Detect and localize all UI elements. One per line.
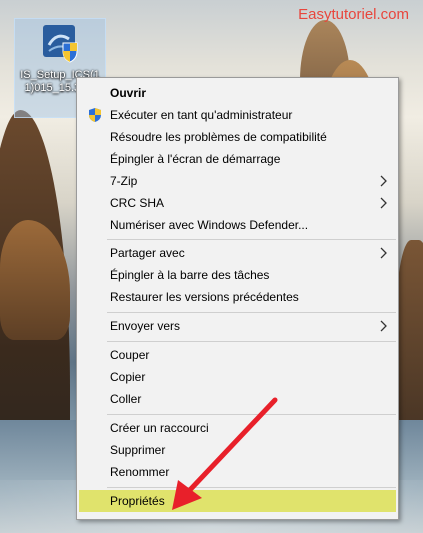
menu-item-delete[interactable]: Supprimer xyxy=(79,439,396,461)
menu-separator xyxy=(107,312,396,313)
menu-item-label: Créer un raccourci xyxy=(110,421,209,435)
menu-item-label: Ouvrir xyxy=(110,86,147,100)
menu-item-share-with[interactable]: Partager avec xyxy=(79,242,396,264)
menu-item-label: Résoudre les problèmes de compatibilité xyxy=(110,130,327,144)
menu-separator xyxy=(107,414,396,415)
chevron-right-icon xyxy=(380,175,387,187)
menu-item-pin-to-start[interactable]: Épingler à l'écran de démarrage xyxy=(79,148,396,170)
menu-item-copy[interactable]: Copier xyxy=(79,366,396,388)
menu-item-send-to[interactable]: Envoyer vers xyxy=(79,315,396,337)
menu-item-label: 7-Zip xyxy=(110,174,138,188)
menu-item-label: Partager avec xyxy=(110,246,185,260)
menu-item-label: Coller xyxy=(110,392,142,406)
menu-item-label: Épingler à la barre des tâches xyxy=(110,268,270,282)
menu-item-label: Renommer xyxy=(110,465,170,479)
watermark-text: Easytutoriel.com xyxy=(298,6,409,23)
menu-item-label: Copier xyxy=(110,370,146,384)
menu-item-cut[interactable]: Couper xyxy=(79,344,396,366)
installer-shield-icon xyxy=(43,25,78,63)
menu-separator xyxy=(107,487,396,488)
menu-item-rename[interactable]: Renommer xyxy=(79,461,396,483)
chevron-right-icon xyxy=(380,247,387,259)
menu-item-label: Supprimer xyxy=(110,443,166,457)
menu-item-label: Exécuter en tant qu'administrateur xyxy=(110,108,293,122)
menu-item-label: CRC SHA xyxy=(110,196,165,210)
context-menu: Ouvrir Exécuter en tant qu'administrateu… xyxy=(76,77,399,520)
uac-shield-icon xyxy=(89,108,101,122)
menu-item-scan-windows-defender[interactable]: Numériser avec Windows Defender... xyxy=(79,214,396,236)
menu-item-label: Couper xyxy=(110,348,150,362)
menu-item-label: Propriétés xyxy=(110,494,165,508)
menu-separator xyxy=(107,239,396,240)
menu-item-label: Envoyer vers xyxy=(110,319,181,333)
menu-item-run-as-admin[interactable]: Exécuter en tant qu'administrateur xyxy=(79,104,396,126)
chevron-right-icon xyxy=(380,197,387,209)
menu-item-label: Épingler à l'écran de démarrage xyxy=(110,152,281,166)
menu-item-restore-previous-versions[interactable]: Restaurer les versions précédentes xyxy=(79,286,396,308)
chevron-right-icon xyxy=(380,320,387,332)
menu-item-troubleshoot-compatibility[interactable]: Résoudre les problèmes de compatibilité xyxy=(79,126,396,148)
menu-separator xyxy=(107,341,396,342)
menu-item-label: Restaurer les versions précédentes xyxy=(110,290,299,304)
menu-item-pin-to-taskbar[interactable]: Épingler à la barre des tâches xyxy=(79,264,396,286)
menu-item-create-shortcut[interactable]: Créer un raccourci xyxy=(79,417,396,439)
menu-item-7zip[interactable]: 7-Zip xyxy=(79,170,396,192)
menu-item-paste[interactable]: Coller xyxy=(79,388,396,410)
menu-item-open[interactable]: Ouvrir xyxy=(79,82,396,104)
menu-item-properties[interactable]: Propriétés xyxy=(79,490,396,512)
menu-item-label: Numériser avec Windows Defender... xyxy=(110,218,309,232)
menu-item-crc-sha[interactable]: CRC SHA xyxy=(79,192,396,214)
